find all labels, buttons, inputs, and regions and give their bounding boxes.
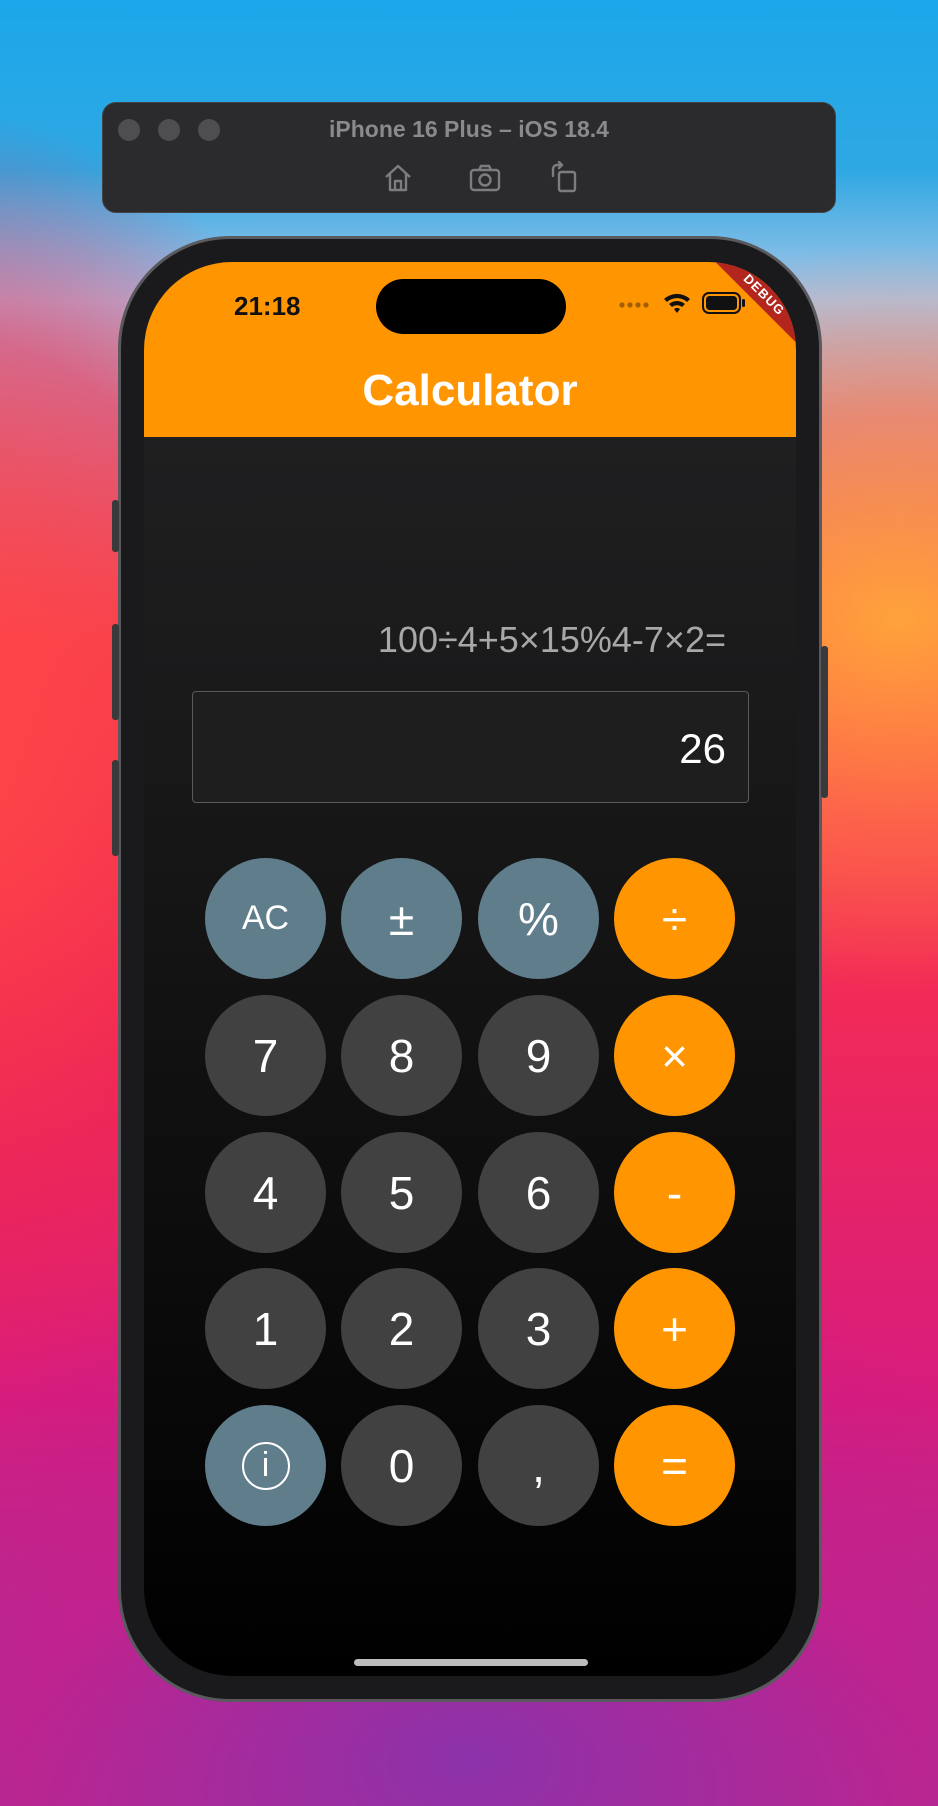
device-screen: 21:18 Calculator DEBUG 100÷4+5×15%4-7×2=… [144,262,796,1676]
wifi-icon [662,291,692,320]
plus-minus-button[interactable]: ± [341,858,462,979]
digit-7-button[interactable]: 7 [205,995,326,1116]
equals-button[interactable]: = [614,1405,735,1526]
digit-2-button[interactable]: 2 [341,1268,462,1389]
digit-8-button[interactable]: 8 [341,995,462,1116]
digit-6-button[interactable]: 6 [478,1132,599,1253]
rotate-icon[interactable] [547,160,581,195]
dynamic-island [376,279,566,334]
result-value: 26 [679,725,726,772]
digit-4-button[interactable]: 4 [205,1132,326,1253]
action-button [112,500,119,552]
add-button[interactable]: + [614,1268,735,1389]
digit-3-button[interactable]: 3 [478,1268,599,1389]
multiply-button[interactable]: × [614,995,735,1116]
digit-5-button[interactable]: 5 [341,1132,462,1253]
screenshot-icon[interactable] [468,161,502,195]
percent-button[interactable]: % [478,858,599,979]
info-button[interactable]: i [205,1405,326,1526]
all-clear-button[interactable]: AC [205,858,326,979]
app-bar: 21:18 Calculator DEBUG [144,262,796,437]
simulator-title: iPhone 16 Plus – iOS 18.4 [329,116,609,142]
home-icon[interactable] [381,161,415,195]
volume-up-button [112,624,119,720]
home-indicator[interactable] [354,1659,588,1666]
cellular-signal-icon [618,296,652,314]
battery-icon [702,291,746,319]
digit-0-button[interactable]: 0 [341,1405,462,1526]
status-icons [618,291,746,320]
subtract-button[interactable]: - [614,1132,735,1253]
side-button [821,646,828,798]
info-icon: i [241,1441,290,1490]
result-field[interactable]: 26 [192,691,749,803]
divide-button[interactable]: ÷ [614,858,735,979]
decimal-comma-button[interactable]: , [478,1405,599,1526]
app-title: Calculator [362,366,578,415]
volume-down-button [112,760,119,856]
simulator-toolbar: iPhone 16 Plus – iOS 18.4 [102,102,836,213]
status-time: 21:18 [234,291,301,321]
digit-1-button[interactable]: 1 [205,1268,326,1389]
digit-9-button[interactable]: 9 [478,995,599,1116]
expression-display: 100÷4+5×15%4-7×2= [377,619,726,660]
